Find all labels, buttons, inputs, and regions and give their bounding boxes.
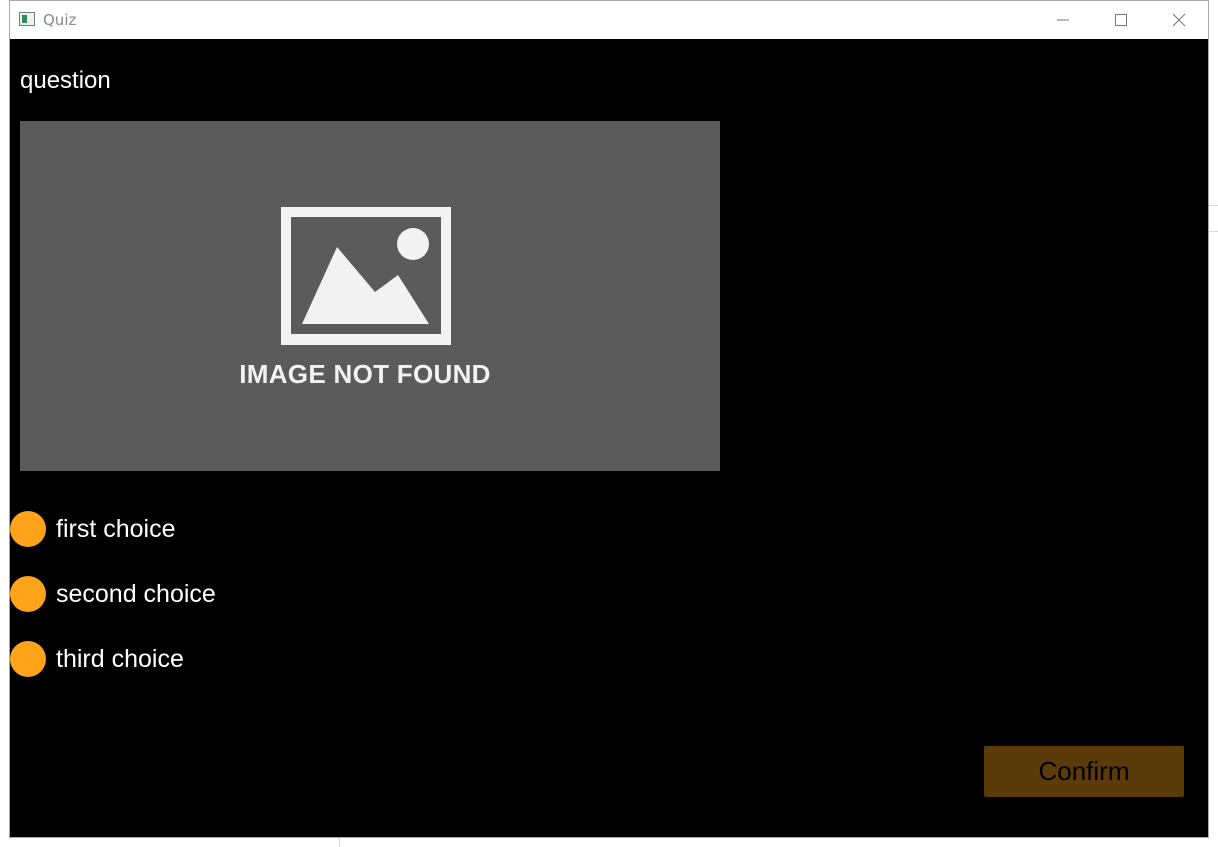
image-placeholder-icon [281, 207, 451, 345]
choice-label: third choice [56, 644, 184, 673]
window-title: Quiz [43, 11, 77, 29]
maximize-button[interactable] [1092, 1, 1150, 39]
choice-option-3[interactable]: third choice [10, 639, 184, 679]
maximize-icon [1115, 14, 1127, 26]
title-bar[interactable]: Quiz [10, 1, 1208, 39]
background-divider [1209, 231, 1218, 232]
confirm-button[interactable]: Confirm [984, 746, 1184, 797]
background-divider [339, 838, 340, 847]
app-window-icon [19, 12, 35, 26]
close-button[interactable] [1150, 1, 1208, 39]
quiz-content: question IMAGE NOT FOUND first choice se… [10, 39, 1208, 837]
choice-option-2[interactable]: second choice [10, 574, 216, 614]
minimize-icon [1057, 19, 1069, 21]
question-text: question [20, 67, 111, 94]
background-divider [1209, 205, 1218, 206]
choice-label: second choice [56, 579, 216, 608]
choice-option-1[interactable]: first choice [10, 509, 175, 549]
minimize-button[interactable] [1034, 1, 1092, 39]
radio-button[interactable] [10, 641, 46, 677]
question-image: IMAGE NOT FOUND [20, 121, 720, 471]
choice-label: first choice [56, 514, 176, 543]
radio-button[interactable] [10, 511, 46, 547]
radio-button[interactable] [10, 576, 46, 612]
close-icon [1172, 13, 1186, 27]
image-not-found-caption: IMAGE NOT FOUND [239, 359, 491, 389]
quiz-window: Quiz question IMAGE NOT FOUND first choi… [9, 0, 1209, 838]
